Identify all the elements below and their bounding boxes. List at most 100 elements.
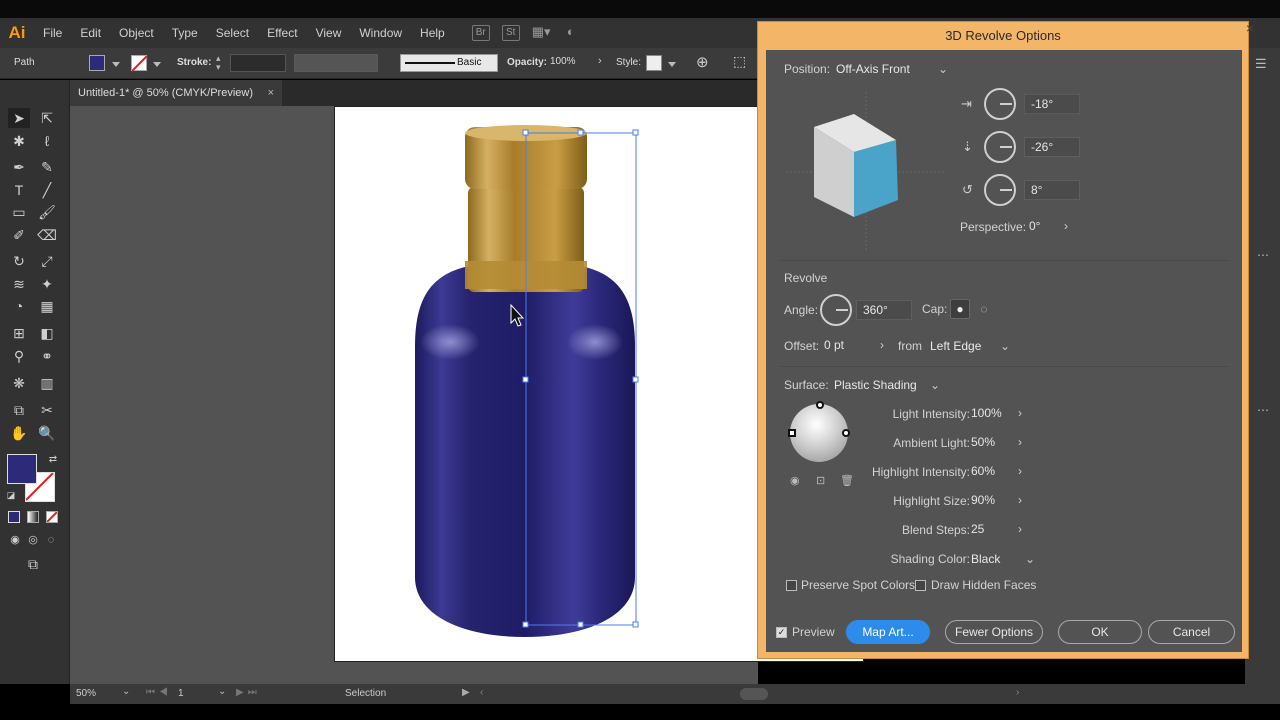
menu-select[interactable]: Select	[207, 18, 258, 48]
selection-handle[interactable]	[522, 129, 529, 136]
curvature-tool-icon[interactable]: ✎	[36, 157, 58, 177]
recolor-artwork-icon[interactable]: ⊕	[696, 53, 709, 71]
direct-selection-tool-icon[interactable]: ⇱	[36, 108, 58, 128]
pen-tool-icon[interactable]: ✒	[8, 157, 30, 177]
gpu-performance-icon[interactable]: ◐	[562, 25, 580, 41]
scroll-right-icon[interactable]: ›	[1016, 687, 1019, 698]
highlight-size-field[interactable]: 90%	[965, 491, 1013, 511]
highlight-size-chevron-icon[interactable]: ›	[1018, 493, 1022, 507]
type-tool-icon[interactable]: T	[8, 180, 30, 200]
eyedropper-tool-icon[interactable]: ⚲	[8, 346, 30, 366]
horizontal-scrollbar-thumb[interactable]	[740, 688, 768, 700]
opacity-chevron-icon[interactable]: ›	[598, 55, 602, 67]
arrange-documents-icon[interactable]: ▦▾	[532, 25, 551, 41]
offset-field[interactable]: 0 pt	[818, 336, 878, 356]
preserve-spot-colors-checkbox[interactable]	[786, 580, 797, 591]
scroll-left-icon[interactable]: ‹	[480, 687, 483, 698]
blend-steps-field[interactable]: 25	[965, 520, 1013, 540]
menu-help[interactable]: Help	[411, 18, 454, 48]
ok-button[interactable]: OK	[1058, 620, 1142, 644]
panel-options-icon[interactable]: ⋯	[1257, 248, 1269, 262]
offset-chevron-icon[interactable]: ›	[880, 338, 884, 352]
rotation-track-cube[interactable]	[786, 92, 946, 252]
artboard-tool-icon[interactable]: ⧉	[8, 400, 30, 420]
bridge-icon[interactable]: Br	[471, 25, 490, 41]
hand-tool-icon[interactable]: ✋	[8, 423, 30, 443]
selection-tool-icon[interactable]: ➤	[8, 108, 30, 128]
close-tab-icon[interactable]: ×	[268, 80, 274, 106]
paintbrush-tool-icon[interactable]: 🖌	[36, 202, 58, 222]
rotation-y-field[interactable]: -26°	[1024, 137, 1080, 157]
rectangle-tool-icon[interactable]: ▭	[8, 202, 30, 222]
bottle-artwork[interactable]	[335, 107, 755, 663]
graphic-style-swatch[interactable]	[646, 55, 662, 71]
selection-handle[interactable]	[632, 129, 639, 136]
from-dropdown-icon[interactable]: ⌄	[1000, 336, 1010, 356]
surface-dropdown-icon[interactable]: ⌄	[930, 375, 940, 395]
brush-definition[interactable]: Basic	[400, 54, 498, 72]
canvas-area[interactable]	[70, 106, 864, 684]
perspective-chevron-icon[interactable]: ›	[1064, 219, 1068, 233]
light-source-handle-right[interactable]	[842, 429, 850, 437]
fill-swatch[interactable]	[89, 55, 105, 71]
position-dropdown-icon[interactable]: ⌄	[938, 59, 948, 79]
panel-menu-icon[interactable]: ☰	[1255, 56, 1267, 72]
draw-hidden-faces-checkbox[interactable]	[915, 580, 926, 591]
gradient-tool-icon[interactable]: ◧	[36, 323, 58, 343]
light-source-handle[interactable]	[816, 401, 824, 409]
opacity-field[interactable]: 100%	[545, 54, 595, 72]
selection-handle[interactable]	[632, 376, 639, 383]
puppet-warp-tool-icon[interactable]: ✦	[36, 274, 58, 294]
perspective-field[interactable]: 0°	[1023, 217, 1059, 237]
perspective-grid-tool-icon[interactable]: ▦	[36, 296, 58, 316]
fill-dropdown-icon[interactable]	[112, 62, 120, 67]
change-screen-mode-icon[interactable]: ⧉	[22, 554, 44, 574]
move-light-back-icon[interactable]: ◉	[790, 474, 800, 487]
menu-view[interactable]: View	[307, 18, 351, 48]
menu-effect[interactable]: Effect	[258, 18, 306, 48]
light-source-handle-selected[interactable]	[788, 429, 796, 437]
new-light-icon[interactable]: ⊡	[816, 474, 825, 487]
zoom-dropdown-icon[interactable]: ⌄	[122, 686, 130, 697]
surface-select[interactable]: Plastic Shading ⌄	[834, 375, 940, 395]
highlight-intensity-field[interactable]: 60%	[965, 462, 1013, 482]
default-colors-icon[interactable]: ◪	[0, 485, 22, 505]
position-select[interactable]: Off-Axis Front ⌄	[836, 59, 948, 79]
rotation-z-dial[interactable]	[984, 174, 1016, 206]
menu-type[interactable]: Type	[163, 18, 207, 48]
dialog-close-icon[interactable]: ×	[1246, 20, 1254, 36]
zoom-tool-icon[interactable]: 🔍	[36, 423, 58, 443]
stroke-swatch[interactable]	[131, 55, 148, 72]
column-graph-tool-icon[interactable]: ▥	[36, 373, 58, 393]
shape-builder-tool-icon[interactable]: ◔	[8, 296, 30, 316]
mesh-tool-icon[interactable]: ⊞	[8, 323, 30, 343]
scale-tool-icon[interactable]: ⤢	[36, 251, 58, 271]
delete-light-icon[interactable]: 🗑	[840, 474, 854, 487]
panel-options-icon-2[interactable]: ⋯	[1257, 403, 1269, 417]
shading-color-dropdown-icon[interactable]: ⌄	[1025, 549, 1035, 569]
blend-tool-icon[interactable]: ⚭	[36, 346, 58, 366]
map-art-button[interactable]: Map Art...	[846, 620, 930, 644]
ambient-light-field[interactable]: 50%	[965, 433, 1013, 453]
status-menu-icon[interactable]: ▶	[462, 687, 470, 698]
line-tool-icon[interactable]: ╱	[36, 180, 58, 200]
menu-window[interactable]: Window	[350, 18, 411, 48]
fewer-options-button[interactable]: Fewer Options	[945, 620, 1043, 644]
highlight-intensity-chevron-icon[interactable]: ›	[1018, 464, 1022, 478]
menu-file[interactable]: File	[34, 18, 71, 48]
menu-edit[interactable]: Edit	[71, 18, 110, 48]
artboard-first-prev-icon[interactable]: ⏮◀	[146, 687, 172, 698]
width-tool-icon[interactable]: ≋	[8, 274, 30, 294]
rotation-z-field[interactable]: 8°	[1024, 180, 1080, 200]
selection-handle[interactable]	[632, 621, 639, 628]
light-sphere[interactable]	[788, 401, 850, 462]
magic-wand-tool-icon[interactable]: ✱	[8, 131, 30, 151]
cap-off-icon[interactable]: ◌	[974, 299, 994, 319]
style-dropdown-icon[interactable]	[668, 62, 676, 67]
selection-handle[interactable]	[522, 376, 529, 383]
shaper-tool-icon[interactable]: ✐	[8, 225, 30, 245]
align-icon[interactable]: ⬚	[733, 53, 746, 70]
slice-tool-icon[interactable]: ✂	[36, 400, 58, 420]
rotate-tool-icon[interactable]: ↻	[8, 251, 30, 271]
cancel-button[interactable]: Cancel	[1148, 620, 1235, 644]
